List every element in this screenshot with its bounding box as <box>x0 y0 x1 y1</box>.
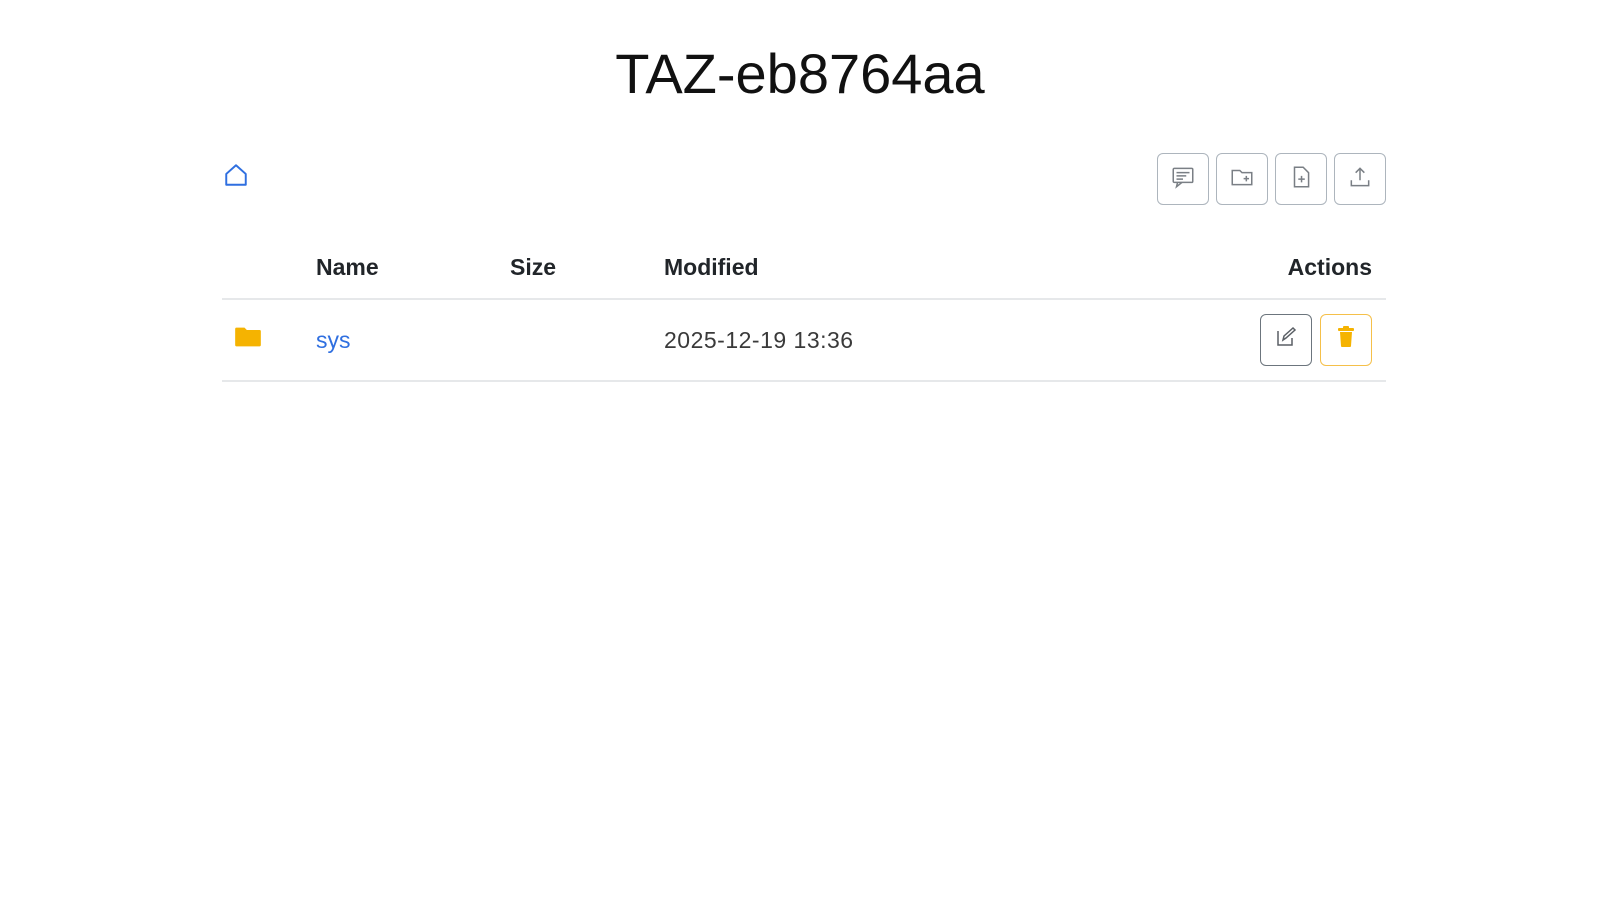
delete-button[interactable] <box>1320 314 1372 366</box>
folder-plus-icon <box>1229 164 1255 195</box>
terminal-button[interactable] <box>1157 153 1209 205</box>
toolbar <box>222 151 1386 205</box>
terminal-icon <box>1170 164 1196 195</box>
table-row[interactable]: sys 2025-12-19 13:36 <box>222 299 1386 382</box>
file-plus-icon <box>1288 164 1314 195</box>
upload-button[interactable] <box>1334 153 1386 205</box>
header-modified[interactable]: Modified <box>664 236 1144 300</box>
upload-icon <box>1347 164 1373 195</box>
toolbar-buttons <box>1157 153 1386 205</box>
table-header-row: Name Size Modified Actions <box>222 236 1386 300</box>
new-file-button[interactable] <box>1275 153 1327 205</box>
row-actions <box>1144 314 1386 366</box>
header-actions: Actions <box>1144 236 1386 300</box>
new-folder-button[interactable] <box>1216 153 1268 205</box>
home-link[interactable] <box>222 163 250 191</box>
row-size-cell <box>510 299 664 382</box>
folder-icon <box>234 327 262 354</box>
header-icon-column <box>222 236 316 300</box>
home-icon <box>223 162 249 193</box>
row-actions-cell <box>1144 299 1386 382</box>
edit-icon <box>1274 325 1298 355</box>
row-modified-cell: 2025-12-19 13:36 <box>664 299 1144 382</box>
page-title: TAZ-eb8764aa <box>615 42 985 105</box>
modified-date: 2025-12-19 13:36 <box>664 326 854 353</box>
row-type-cell <box>222 299 316 382</box>
header-name[interactable]: Name <box>316 236 510 300</box>
trash-icon <box>1335 325 1357 355</box>
header-size[interactable]: Size <box>510 236 664 300</box>
edit-button[interactable] <box>1260 314 1312 366</box>
row-name-cell: sys <box>316 299 510 382</box>
file-table: Name Size Modified Actions sys 2025-12-1… <box>222 236 1386 382</box>
file-name-link[interactable]: sys <box>316 327 351 353</box>
